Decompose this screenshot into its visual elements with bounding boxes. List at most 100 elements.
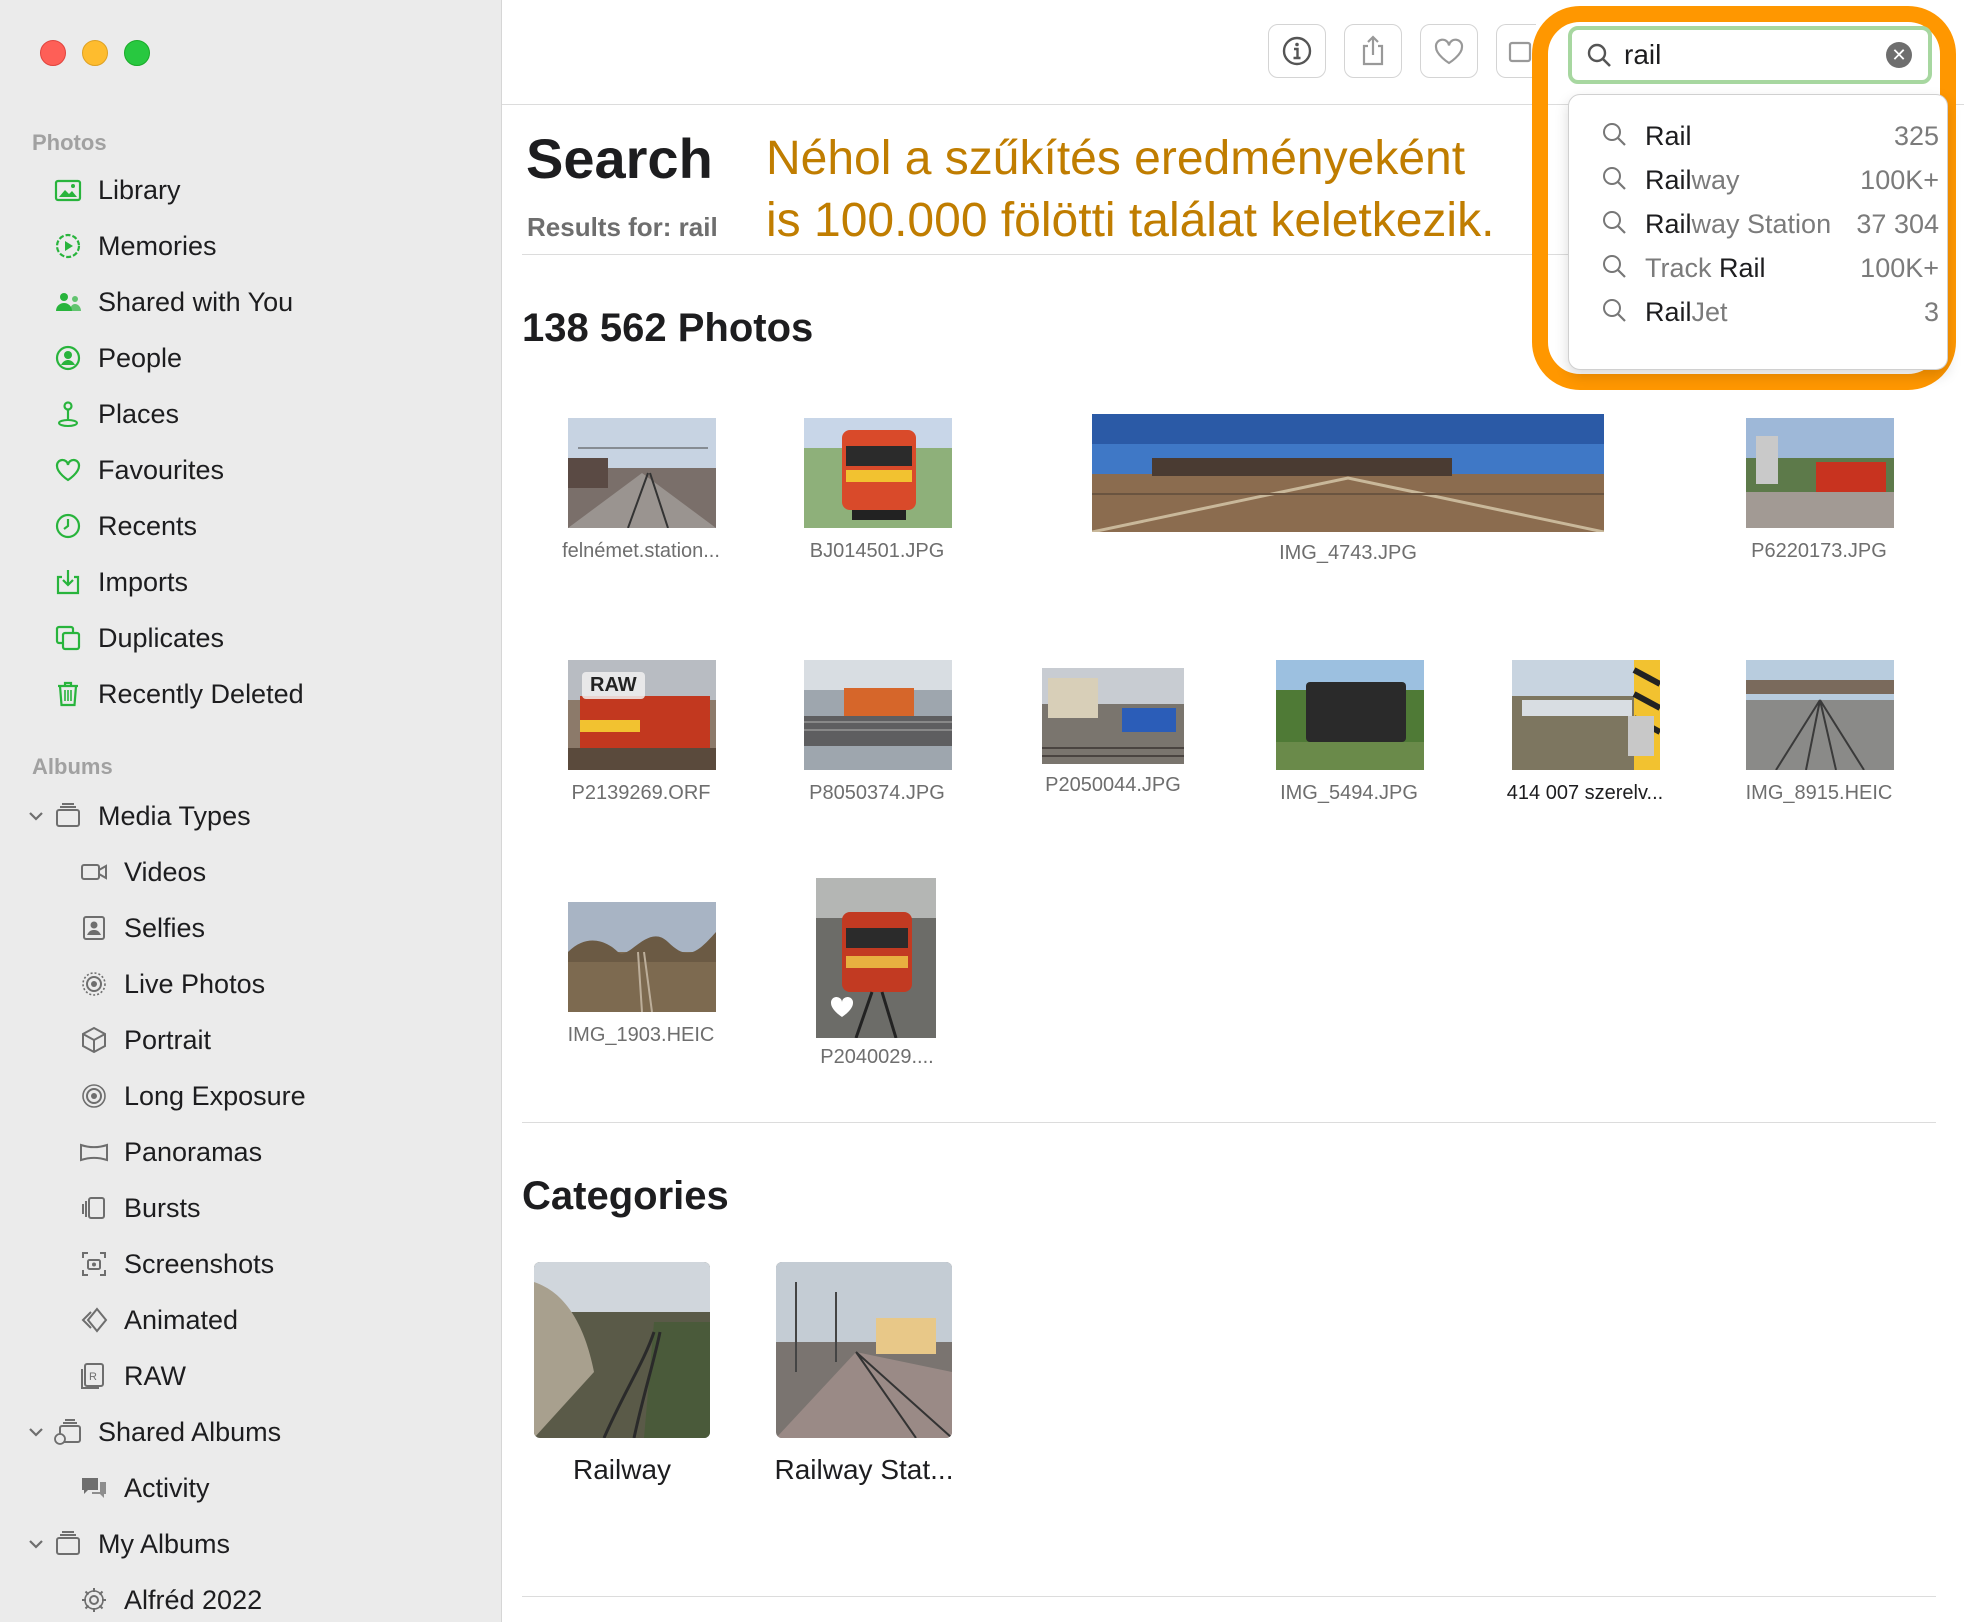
sidebar-item-label: Activity [124,1472,210,1503]
suggestion-match: Rail [1645,120,1692,151]
trash-icon [52,678,84,710]
sidebar-item-panoramas[interactable]: Panoramas [78,1128,262,1176]
category-tile-railway-station[interactable]: Railway Stat... [764,1262,964,1502]
photo-tile[interactable]: P8050374.JPG [782,660,972,810]
memories-icon [52,230,84,262]
photo-tile[interactable]: BJ014501.JPG [782,418,972,568]
photo-thumbnail [804,660,952,770]
photo-caption: BJ014501.JPG [809,540,945,562]
sidebar-item-portrait[interactable]: Portrait [78,1016,211,1064]
sidebar-item-label: Live Photos [124,968,266,999]
photo-tile[interactable]: P2050044.JPG [1018,668,1208,808]
photo-caption: IMG_8915.HEIC [1745,782,1893,804]
sidebar-item-places[interactable]: Places [52,390,179,438]
photo-thumbnail [568,418,716,528]
photo-thumbnail [816,878,936,1038]
photo-thumbnail [1746,660,1894,770]
share-button[interactable] [1344,24,1402,78]
suggestion-item[interactable]: Railway Station 37 304 [1569,203,1947,245]
suggestion-count: 100K+ [1860,252,1939,283]
sidebar-item-memories[interactable]: Memories [52,222,217,270]
annotation-text: Néhol a szűkítés eredményeként is 100.00… [766,128,1494,252]
favourite-heart-icon [830,996,854,1017]
suggestion-count: 100K+ [1860,164,1939,195]
category-tile-railway[interactable]: Railway [522,1262,722,1502]
sidebar-item-label: Imports [98,566,189,597]
suggestion-item[interactable]: Railway 100K+ [1569,159,1947,201]
categories-title: Categories [522,1174,729,1218]
favourite-button[interactable] [1420,24,1478,78]
photos-section-header: Photos [32,130,107,155]
photo-caption: P2139269.ORF [571,782,711,804]
suggestion-item[interactable]: RailJet 3 [1569,291,1947,333]
photo-tile[interactable]: 414 007 szerelv... [1490,660,1680,810]
sidebar-item-label: Shared with You [98,286,294,317]
search-icon [1603,211,1626,234]
suggestion-rest: way Station [1691,208,1832,239]
sidebar-item-label: People [98,342,183,373]
photo-thumbnail [568,902,716,1012]
sidebar-item-people[interactable]: People [52,334,182,382]
zoom-window-button[interactable] [124,40,150,66]
suggestion-item[interactable]: Rail 325 [1569,115,1947,157]
sidebar-item-raw[interactable]: R RAW [78,1352,186,1400]
sidebar-item-media-types[interactable]: Media Types [52,792,251,840]
people-icon [52,342,84,374]
raw-icon: R [78,1360,110,1392]
category-thumbnail [534,1262,710,1438]
sidebar-item-animated[interactable]: Animated [78,1296,238,1344]
suggestion-prefix: Track [1645,252,1719,283]
sidebar-item-label: Recents [98,510,198,541]
photo-tile[interactable]: IMG_5494.JPG [1254,660,1444,810]
suggestion-label: RailJet [1645,297,1728,328]
suggestion-item[interactable]: Track Rail 100K+ [1569,247,1947,289]
bursts-icon [78,1192,110,1224]
sidebar-item-activity[interactable]: Activity [78,1464,210,1512]
sidebar-item-long-exposure[interactable]: Long Exposure [78,1072,306,1120]
photo-caption: P6220173.JPG [1751,540,1887,562]
search-input[interactable] [1622,38,1876,72]
clear-search-button[interactable]: ✕ [1886,42,1912,68]
photo-thumbnail [1092,414,1604,532]
close-window-button[interactable] [40,40,66,66]
minimize-window-button[interactable] [82,40,108,66]
photo-caption: felnémet.station... [562,540,720,562]
sidebar-item-videos[interactable]: Videos [78,848,206,896]
chevron-down-icon[interactable] [26,1422,46,1442]
sidebar-item-library[interactable]: Library [52,166,181,214]
albums-section-header: Albums [32,754,113,779]
sidebar-item-screenshots[interactable]: Screenshots [78,1240,274,1288]
sidebar: Photos Library Memories Shared with You … [0,0,502,1622]
suggestion-label: Rail [1645,121,1692,152]
heart-icon [1434,38,1464,65]
photo-tile[interactable]: IMG_4743.JPG [1092,414,1604,570]
sidebar-item-shared-with-you[interactable]: Shared with You [52,278,293,326]
sidebar-item-duplicates[interactable]: Duplicates [52,614,224,662]
chevron-down-icon[interactable] [26,1534,46,1554]
photo-thumbnail [1746,418,1894,528]
sidebar-item-live-photos[interactable]: Live Photos [78,960,265,1008]
photo-tile[interactable]: P2040029.... [782,878,972,1072]
photo-tile[interactable]: P6220173.JPG [1724,418,1914,568]
rotate-button[interactable] [1496,24,1536,78]
photo-tile[interactable]: RAW P2139269.ORF [546,660,736,810]
sidebar-item-imports[interactable]: Imports [52,558,188,606]
sidebar-item-recently-deleted[interactable]: Recently Deleted [52,670,304,718]
sidebar-item-my-albums[interactable]: My Albums [52,1520,230,1568]
chevron-down-icon[interactable] [26,806,46,826]
panorama-icon [78,1136,110,1168]
sidebar-item-recents[interactable]: Recents [52,502,197,550]
info-button[interactable] [1268,24,1326,78]
sidebar-item-label: Library [98,174,181,205]
svg-text:R: R [89,1371,97,1383]
search-field[interactable]: ✕ [1568,26,1932,84]
sidebar-item-favourites[interactable]: Favourites [52,446,224,494]
photo-tile[interactable]: IMG_1903.HEIC [546,902,736,1052]
sidebar-item-selfies[interactable]: Selfies [78,904,205,952]
sidebar-item-shared-albums[interactable]: Shared Albums [52,1408,281,1456]
sidebar-item-bursts[interactable]: Bursts [78,1184,201,1232]
photo-tile[interactable]: IMG_8915.HEIC [1724,660,1914,810]
suggestion-match: Rail [1645,164,1692,195]
sidebar-item-alfred-2022[interactable]: Alfréd 2022 [78,1576,262,1624]
photo-tile[interactable]: felnémet.station... [546,418,736,568]
